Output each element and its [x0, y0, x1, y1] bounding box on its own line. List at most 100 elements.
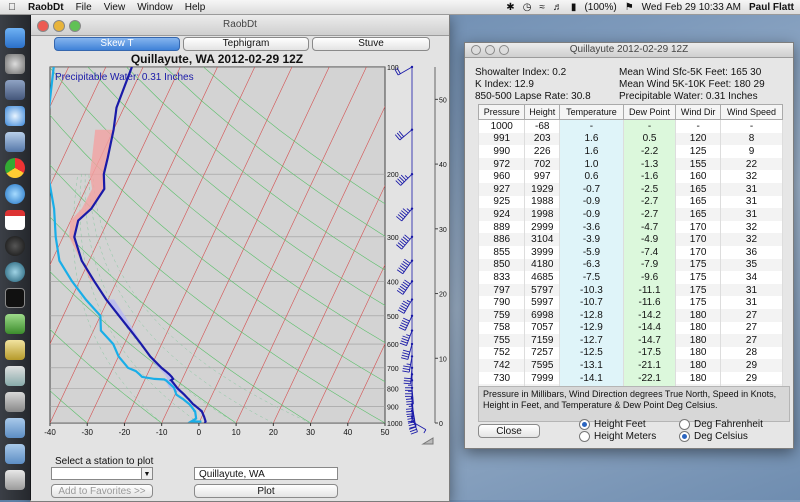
table-row: 7596998-12.8-14.218027	[479, 309, 783, 322]
table-cell: 5997	[525, 296, 560, 309]
preview-icon[interactable]	[5, 340, 25, 360]
table-cell: 925	[479, 196, 525, 209]
folder-icon[interactable]	[5, 418, 25, 438]
close-button[interactable]: Close	[478, 424, 540, 438]
radio-deg-celsius[interactable]: Deg Celsius	[679, 431, 748, 442]
menu-file[interactable]: File	[76, 2, 92, 13]
itunes-icon[interactable]	[5, 184, 25, 204]
menu-bar:  RaobDt File View Window Help ✱ ◷ ≈ ♬ ▮…	[0, 0, 800, 15]
column-header: Height	[525, 105, 560, 120]
main-window-title: RaobDt	[31, 19, 449, 30]
wind-barb	[396, 235, 413, 249]
menu-user[interactable]: Paul Flatt	[749, 2, 794, 13]
x-tick-label: -30	[81, 428, 93, 437]
table-cell: -	[623, 120, 675, 133]
chrome-icon[interactable]	[5, 158, 25, 178]
finder-icon[interactable]	[5, 28, 25, 48]
calendar-icon[interactable]	[5, 210, 25, 230]
stat-mean-wind-mid: Mean Wind 5K-10K Feet: 180 29	[619, 79, 765, 90]
xcode-icon[interactable]	[5, 366, 25, 386]
table-row: 7527257-12.5-17.518028	[479, 347, 783, 360]
flag-icon[interactable]: ⚑	[625, 2, 634, 13]
wind-barb-flag	[403, 350, 410, 352]
add-to-favorites-button[interactable]: Add to Favorites >>	[51, 484, 153, 498]
time-machine-dock-icon[interactable]	[5, 262, 25, 282]
chart-resize-handle-icon[interactable]	[423, 438, 433, 444]
wind-barb-flag	[406, 399, 413, 400]
tab-stuve[interactable]: Stuve	[312, 37, 430, 51]
radio-height-meters[interactable]: Height Meters	[579, 431, 656, 442]
radio-dot-icon[interactable]	[679, 431, 690, 442]
pressure-tick-label: 700	[387, 366, 399, 373]
tab-skew-t[interactable]: Skew T	[54, 37, 180, 51]
wind-barb-shaft	[402, 237, 412, 249]
x-tick-label: 40	[343, 428, 352, 437]
table-titlebar[interactable]: Quillayute 2012-02-29 12Z	[465, 43, 793, 58]
table-cell: 797	[479, 284, 525, 297]
wind-barb-flag	[406, 401, 413, 402]
apple-menu-icon[interactable]: 	[6, 2, 18, 13]
table-row: 9912031.60.51208	[479, 133, 783, 146]
radio-deg-celsius-label: Deg Celsius	[694, 431, 748, 442]
station-name-field[interactable]: Quillayute, WA	[194, 467, 338, 480]
table-cell: -7.9	[623, 259, 675, 272]
table-cell: 3999	[525, 246, 560, 259]
table-cell: 7057	[525, 322, 560, 335]
table-row: 7905997-10.7-11.617531	[479, 296, 783, 309]
radio-dot-icon[interactable]	[579, 419, 590, 430]
table-cell: 759	[479, 309, 525, 322]
menu-view[interactable]: View	[104, 2, 126, 13]
wind-barb-flag	[404, 381, 411, 382]
column-header: Pressure	[479, 105, 525, 120]
time-machine-icon[interactable]: ◷	[523, 2, 532, 13]
bluetooth-icon[interactable]: ✱	[506, 2, 514, 13]
diagram-tabs: Skew T Tephigram Stuve	[51, 37, 433, 51]
chevron-down-icon[interactable]: ▼	[141, 467, 153, 480]
station-select[interactable]	[51, 467, 153, 480]
main-titlebar[interactable]: RaobDt	[31, 15, 449, 36]
table-cell: -	[720, 120, 782, 133]
table-cell: 7257	[525, 347, 560, 360]
table-cell: 8	[720, 133, 782, 146]
plot-button[interactable]: Plot	[194, 484, 338, 498]
utility-icon[interactable]	[5, 392, 25, 412]
menu-app-name[interactable]: RaobDt	[28, 2, 64, 13]
documents-folder-icon[interactable]	[5, 444, 25, 464]
table-cell: 29	[720, 372, 782, 385]
table-cell: 4685	[525, 271, 560, 284]
battery-icon[interactable]: ▮	[571, 2, 577, 13]
table-cell: -2.2	[623, 145, 675, 158]
launchpad-icon[interactable]	[5, 54, 25, 74]
terminal-icon[interactable]	[5, 288, 25, 308]
x-tick-label: 50	[381, 428, 390, 437]
trash-icon[interactable]	[5, 470, 25, 490]
raobdt-icon[interactable]	[5, 314, 25, 334]
tab-tephigram[interactable]: Tephigram	[183, 37, 309, 51]
sounding-table: PressureHeightTemperatureDew PointWind D…	[478, 104, 783, 397]
menu-clock[interactable]: Wed Feb 29 10:33 AM	[642, 2, 741, 13]
table-cell: 1988	[525, 196, 560, 209]
menu-window[interactable]: Window	[137, 2, 173, 13]
radio-deg-fahrenheit[interactable]: Deg Fahrenheit	[679, 419, 763, 430]
mission-control-icon[interactable]	[5, 80, 25, 100]
menu-help[interactable]: Help	[185, 2, 206, 13]
wind-barb-flag	[402, 355, 409, 357]
wind-barb-flag	[424, 430, 426, 433]
wind-barb-flag	[404, 378, 411, 379]
radio-dot-icon[interactable]	[579, 431, 590, 442]
table-row: 7587057-12.9-14.418027	[479, 322, 783, 335]
mail-icon[interactable]	[5, 132, 25, 152]
wind-barb-flag	[406, 335, 410, 336]
safari-icon[interactable]	[5, 106, 25, 126]
volume-icon[interactable]: ♬	[553, 2, 563, 13]
table-cell: -11.1	[623, 284, 675, 297]
radio-dot-icon[interactable]	[679, 419, 690, 430]
wind-barb-flag	[406, 404, 413, 405]
wifi-icon[interactable]: ≈	[539, 2, 545, 13]
aperture-icon[interactable]	[5, 236, 25, 256]
units-note: Pressure in Millibars, Wind Direction de…	[478, 386, 790, 422]
table-cell: -13.1	[560, 359, 624, 372]
radio-height-feet[interactable]: Height Feet	[579, 419, 646, 430]
table-cell: -14.1	[560, 372, 624, 385]
table-cell: -0.7	[560, 183, 624, 196]
